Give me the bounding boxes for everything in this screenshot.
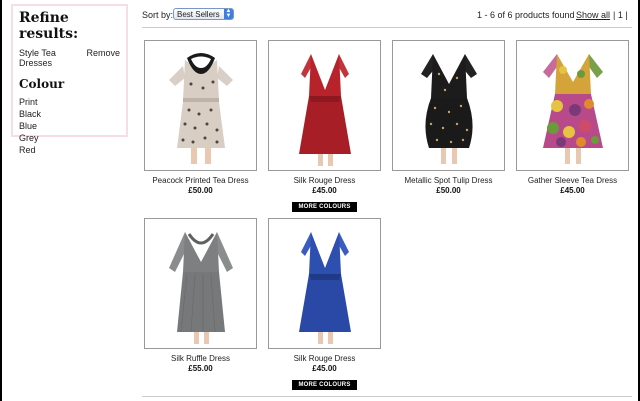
product-price: £50.00 xyxy=(436,186,461,195)
product-card: Peacock Printed Tea Dress £50.00 xyxy=(144,40,257,195)
dress-image xyxy=(298,53,351,166)
dress-image xyxy=(542,53,603,164)
product-image[interactable] xyxy=(268,218,381,349)
product-price: £45.00 xyxy=(312,186,337,195)
more-colours-button[interactable]: MORE COLOURS xyxy=(292,202,357,212)
product-image[interactable] xyxy=(516,40,629,171)
sort-select[interactable]: Best Sellers ▲ ▼ xyxy=(173,8,234,20)
product-name[interactable]: Silk Ruffle Dress xyxy=(144,354,257,363)
product-card: Silk Rouge Dress £45.00 MORE COLOURS xyxy=(268,218,381,391)
product-name[interactable]: Peacock Printed Tea Dress xyxy=(144,176,257,185)
refine-sidebar: Refine results: Style Tea Dresses Remove… xyxy=(11,4,128,155)
colour-list: Print Black Blue Grey Red xyxy=(19,96,120,156)
product-name[interactable]: Gather Sleeve Tea Dress xyxy=(516,176,629,185)
product-image[interactable] xyxy=(144,40,257,171)
page: Refine results: Style Tea Dresses Remove… xyxy=(2,0,638,401)
dress-image xyxy=(420,53,477,164)
product-name[interactable]: Silk Rouge Dress xyxy=(268,176,381,185)
product-price: £55.00 xyxy=(188,364,213,373)
colour-option-blue[interactable]: Blue xyxy=(19,120,120,132)
product-name[interactable]: Metallic Spot Tulip Dress xyxy=(392,176,505,185)
product-image[interactable] xyxy=(392,40,505,171)
dress-image xyxy=(168,231,233,344)
colour-heading: Colour xyxy=(19,77,65,91)
results-toolbar: Sort by: Best Sellers ▲ ▼ 1 - 6 of 6 prod… xyxy=(142,8,632,26)
results-count: 1 - 6 of 6 products found xyxy=(477,10,575,20)
dress-image xyxy=(168,52,233,164)
more-colours-button[interactable]: MORE COLOURS xyxy=(292,380,357,390)
product-name[interactable]: Silk Rouge Dress xyxy=(268,354,381,363)
product-image[interactable] xyxy=(144,218,257,349)
refine-title: Refine results: xyxy=(19,10,79,42)
pagination[interactable]: | 1 | xyxy=(613,10,628,20)
product-card: Silk Ruffle Dress £55.00 xyxy=(144,218,257,373)
product-card: Silk Rouge Dress £45.00 MORE COLOURS xyxy=(268,40,381,213)
product-price: £45.00 xyxy=(312,364,337,373)
active-filter: Style Tea Dresses Remove xyxy=(19,48,120,68)
sort-label: Sort by: xyxy=(142,10,174,20)
product-price: £50.00 xyxy=(188,186,213,195)
colour-option-grey[interactable]: Grey xyxy=(19,132,120,144)
sort-selected-value: Best Sellers xyxy=(177,10,220,19)
divider xyxy=(142,27,632,28)
product-image[interactable] xyxy=(268,40,381,171)
colour-option-red[interactable]: Red xyxy=(19,144,120,156)
product-card: Metallic Spot Tulip Dress £50.00 xyxy=(392,40,505,195)
remove-filter-link[interactable]: Remove xyxy=(86,48,120,68)
show-all-link[interactable]: Show all xyxy=(576,10,610,20)
dress-image xyxy=(298,231,351,344)
select-arrows-icon: ▲ ▼ xyxy=(224,8,233,19)
colour-option-print[interactable]: Print xyxy=(19,96,120,108)
active-filter-label: Style Tea Dresses xyxy=(19,48,56,68)
product-price: £45.00 xyxy=(560,186,585,195)
divider xyxy=(142,396,632,397)
colour-option-black[interactable]: Black xyxy=(19,108,120,120)
product-card: Gather Sleeve Tea Dress £45.00 xyxy=(516,40,629,195)
